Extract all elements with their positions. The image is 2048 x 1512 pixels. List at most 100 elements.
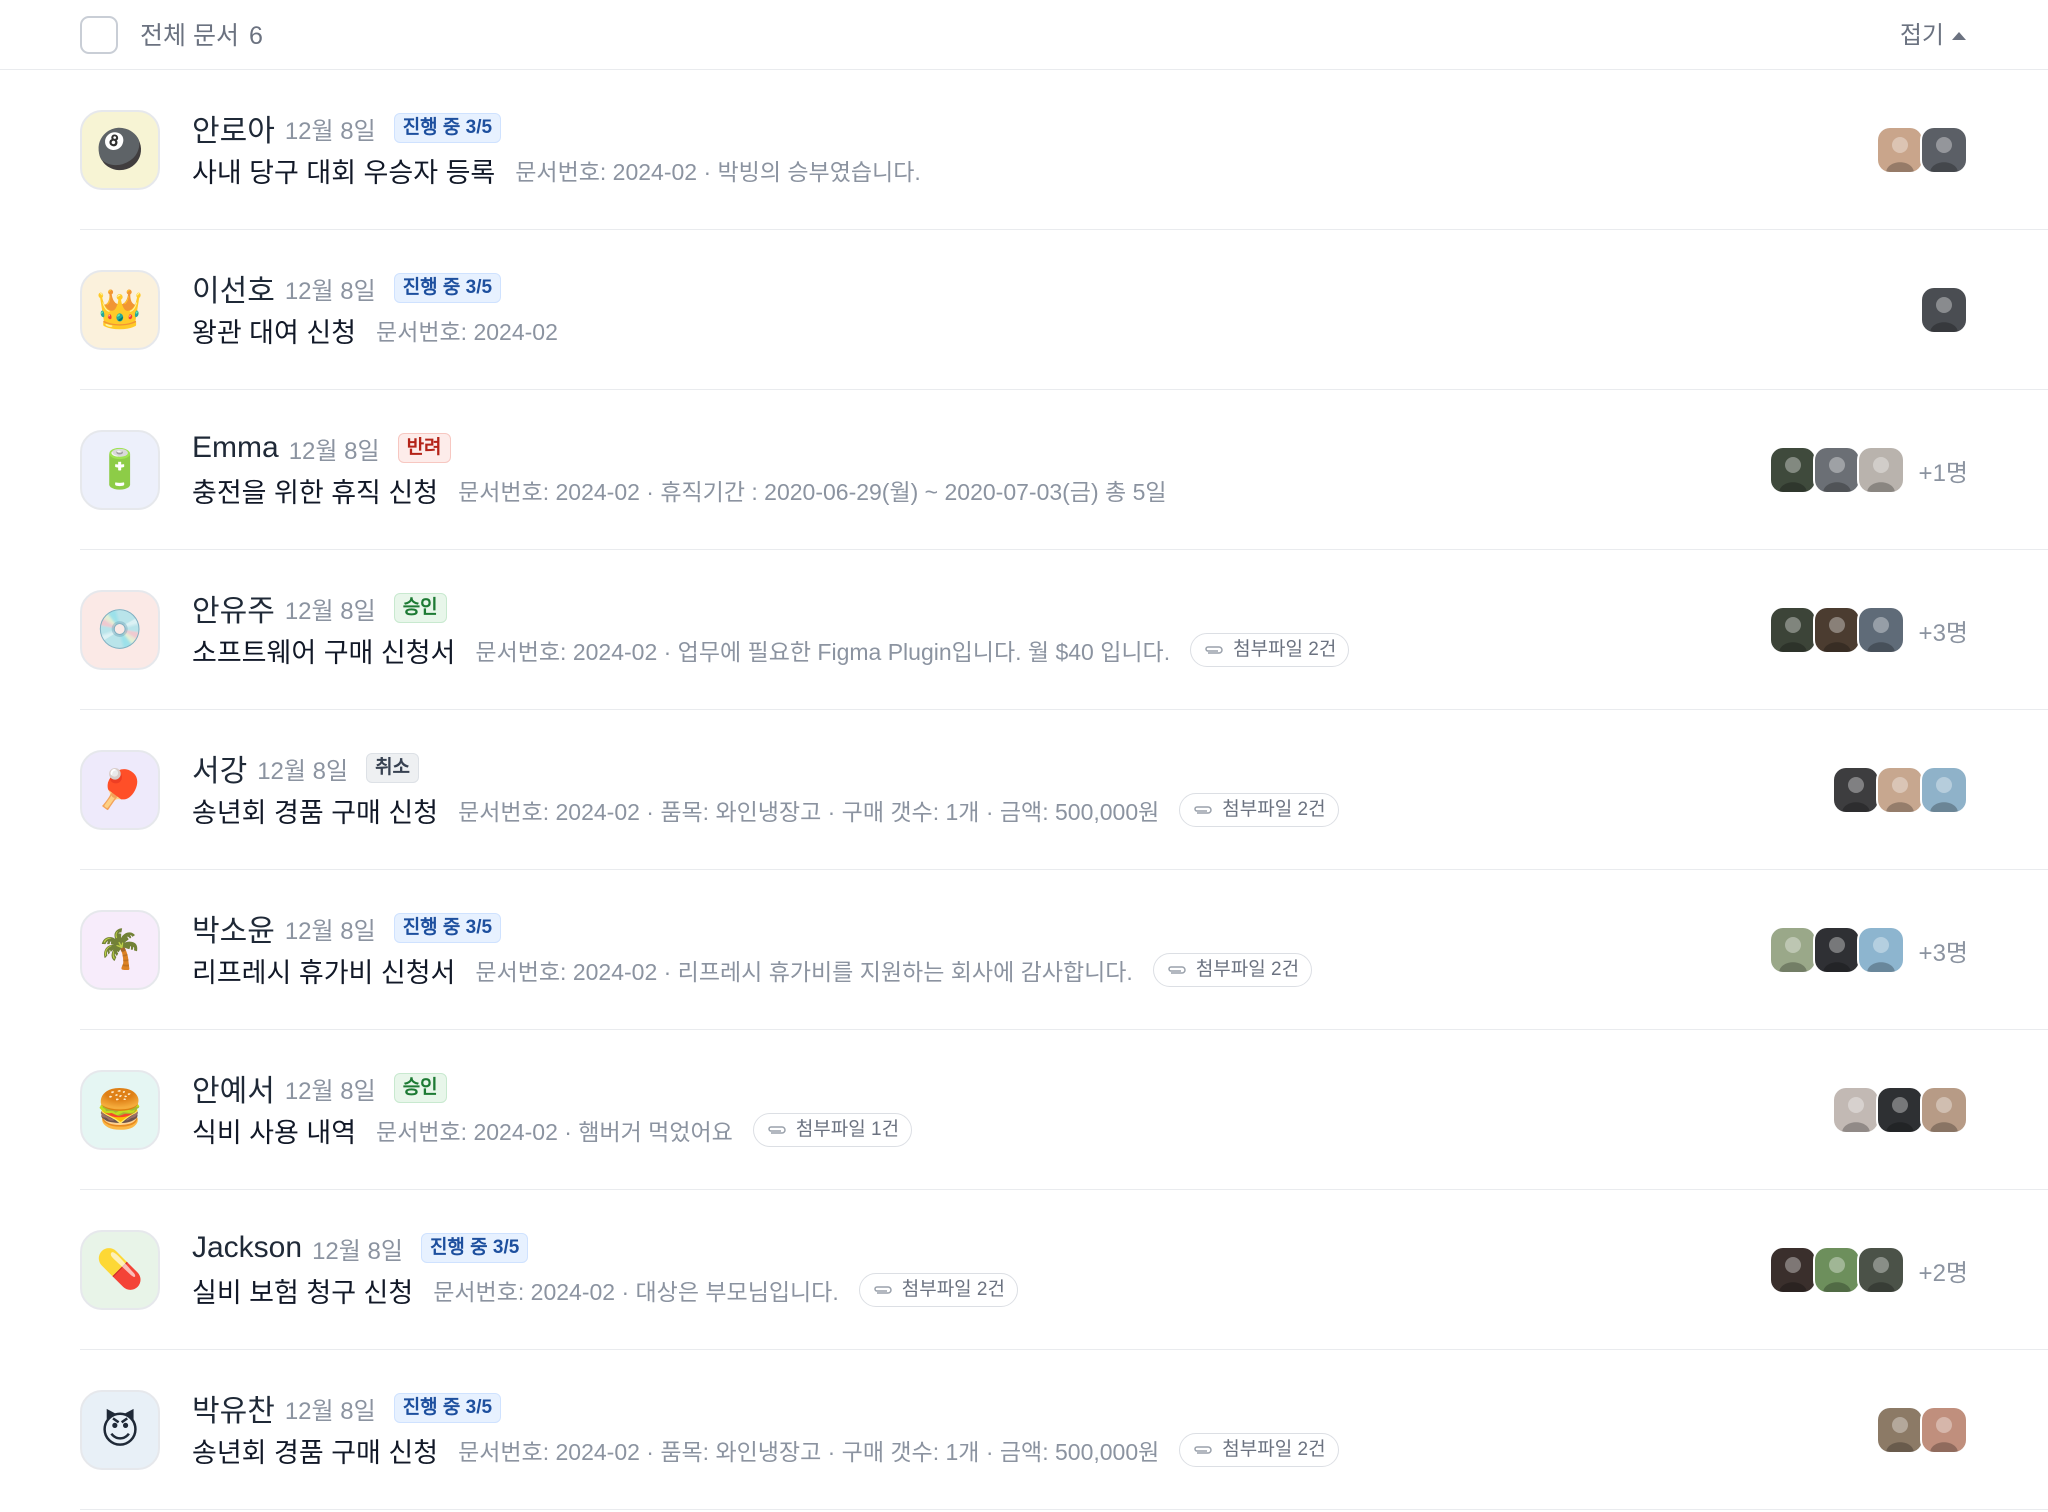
document-emoji-icon: 👑 [80, 270, 160, 350]
avatar [1768, 446, 1817, 494]
author-name: 안로아 [192, 115, 275, 148]
row-body: 왕관 대여 신청 문서번호: 2024-02 [192, 310, 558, 350]
row-body: 리프레시 휴가비 신청서 문서번호: 2024-02 · 리프레시 휴가비를 지원… [192, 950, 1313, 990]
document-meta: 문서번호: 2024-02 · 박빙의 승부였습니다. [515, 159, 921, 185]
status-badge: 진행 중 3/5 [420, 1233, 529, 1263]
emoji-glyph: 💿 [96, 609, 144, 651]
document-row[interactable]: 👑 이선호 12월 8일 진행 중 3/5 왕관 대여 신청 문서번호: 2024-02 [80, 230, 2048, 390]
document-emoji-icon: 🍔 [80, 1070, 160, 1150]
row-body: 식비 사용 내역 문서번호: 2024-02 · 햄버거 먹었어요 첨부파일 1건 [192, 1110, 913, 1150]
document-row[interactable]: 😈 박유찬 12월 8일 진행 중 3/5 송년회 경품 구매 신청 문서번호: 2024… [80, 1350, 2048, 1510]
document-title[interactable]: 송년회 경품 구매 신청 [192, 791, 438, 830]
document-date: 12월 8일 [312, 1237, 403, 1265]
document-title[interactable]: 식비 사용 내역 [192, 1111, 356, 1150]
approver-avatars[interactable]: +3명 [1768, 926, 1968, 974]
fold-button[interactable]: 접기 [1900, 20, 1966, 52]
row-body: 실비 보험 청구 신청 문서번호: 2024-02 · 대상은 부모님입니다. 첨부… [192, 1270, 1018, 1310]
emoji-glyph: 👑 [96, 289, 144, 331]
document-list: 🎱 안로아 12월 8일 진행 중 3/5 사내 당구 대회 우승자 등록 문서번호: 2… [80, 70, 2048, 1510]
document-date: 12월 8일 [284, 917, 376, 945]
paperclip-icon [1205, 646, 1223, 654]
document-meta: 문서번호: 2024-02 · 대상은 부모님입니다. [433, 1279, 839, 1305]
document-emoji-icon: 🔋 [80, 430, 160, 510]
header-label-text: 전체 문서 [140, 22, 239, 50]
status-badge: 진행 중 3/5 [393, 913, 502, 943]
attachment-chip[interactable]: 첨부파일 2건 [1179, 793, 1339, 827]
document-row[interactable]: 🏓 서강 12월 8일 취소 송년회 경품 구매 신청 문서번호: 2024-02 · 품… [80, 710, 2048, 870]
approver-avatars[interactable]: +2명 [1768, 1246, 1968, 1294]
row-body: 송년회 경품 구매 신청 문서번호: 2024-02 · 품목: 와인냉장고 · … [192, 1430, 1339, 1470]
document-row[interactable]: 🌴 박소윤 12월 8일 진행 중 3/5 리프레시 휴가비 신청서 문서번호: 2024… [80, 870, 2048, 1030]
avatar [1920, 1086, 1968, 1134]
document-title[interactable]: 송년회 경품 구매 신청 [192, 1431, 438, 1470]
author-name: Emma [192, 431, 279, 464]
document-date: 12월 8일 [284, 1077, 376, 1105]
attachment-label: 첨부파일 2건 [1222, 799, 1326, 820]
avatar [1812, 446, 1861, 494]
attachment-chip[interactable]: 첨부파일 2건 [1152, 953, 1313, 987]
document-date: 12월 8일 [284, 277, 376, 305]
row-header: 이선호 12월 8일 진행 중 3/5 [192, 268, 502, 308]
approver-avatars[interactable]: +1명 [1768, 446, 1968, 494]
approver-avatars[interactable] [1876, 1406, 1968, 1454]
document-row[interactable]: 🍔 안예서 12월 8일 승인 식비 사용 내역 문서번호: 2024-02 · 햄버거 … [80, 1030, 2048, 1190]
attachment-chip[interactable]: 첨부파일 2건 [858, 1273, 1018, 1307]
document-meta: 문서번호: 2024-02 · 휴직기간 : 2020-06-29(월) ~ 2… [458, 479, 1167, 505]
document-title[interactable]: 충전을 위한 휴직 신청 [192, 471, 438, 510]
document-emoji-icon: 😈 [80, 1390, 160, 1470]
row-body: 사내 당구 대회 우승자 등록 문서번호: 2024-02 · 박빙의 승부였습니… [192, 150, 921, 190]
row-body: 송년회 경품 구매 신청 문서번호: 2024-02 · 품목: 와인냉장고 · … [192, 790, 1339, 830]
approver-avatars[interactable]: +3명 [1768, 606, 1968, 654]
approver-avatars[interactable] [1920, 286, 1968, 334]
list-header: 전체 문서 6 접기 [0, 0, 2048, 70]
avatar [1856, 1246, 1905, 1294]
document-emoji-icon: 🎱 [80, 110, 160, 190]
row-header: 안예서 12월 8일 승인 [192, 1068, 447, 1108]
document-row[interactable]: 💿 안유주 12월 8일 승인 소프트웨어 구매 신청서 문서번호: 2024-02 · … [80, 550, 2048, 710]
document-date: 12월 8일 [284, 597, 376, 625]
document-meta: 문서번호: 2024-02 [376, 319, 558, 345]
attachment-chip[interactable]: 첨부파일 1건 [752, 1113, 913, 1147]
avatar [1832, 766, 1880, 814]
avatar [1876, 1406, 1924, 1454]
document-title[interactable]: 실비 보험 청구 신청 [192, 1271, 413, 1310]
extra-approvers-count: +1명 [1918, 459, 1968, 487]
author-name: 안예서 [192, 1075, 275, 1108]
paperclip-icon [1168, 966, 1186, 974]
emoji-glyph: 💊 [96, 1249, 144, 1291]
document-row[interactable]: 🎱 안로아 12월 8일 진행 중 3/5 사내 당구 대회 우승자 등록 문서번호: 2… [80, 70, 2048, 230]
document-row[interactable]: 💊 Jackson 12월 8일 진행 중 3/5 실비 보험 청구 신청 문서번호: 2… [80, 1190, 2048, 1350]
attachment-chip[interactable]: 첨부파일 2건 [1190, 633, 1350, 667]
document-date: 12월 8일 [284, 117, 376, 145]
document-emoji-icon: 💿 [80, 590, 160, 670]
approver-avatars[interactable] [1876, 126, 1968, 174]
document-row[interactable]: 🔋 Emma 12월 8일 반려 충전을 위한 휴직 신청 문서번호: 2024-02 ·… [80, 390, 2048, 550]
select-all-checkbox[interactable] [80, 16, 118, 54]
caret-up-icon [1952, 32, 1966, 40]
row-body: 소프트웨어 구매 신청서 문서번호: 2024-02 · 업무에 필요한 Figm… [192, 630, 1350, 670]
document-title[interactable]: 리프레시 휴가비 신청서 [192, 951, 455, 990]
document-title[interactable]: 왕관 대여 신청 [192, 311, 356, 350]
avatar [1812, 1246, 1861, 1294]
approver-avatars[interactable] [1832, 1086, 1968, 1134]
document-title[interactable]: 소프트웨어 구매 신청서 [192, 631, 455, 670]
status-badge: 취소 [366, 753, 420, 783]
extra-approvers-count: +3명 [1918, 619, 1968, 647]
attachment-chip[interactable]: 첨부파일 2건 [1179, 1433, 1339, 1467]
document-title[interactable]: 사내 당구 대회 우승자 등록 [192, 151, 495, 190]
attachment-label: 첨부파일 2건 [1233, 639, 1337, 660]
total-documents-label: 전체 문서 6 [140, 20, 263, 52]
paperclip-icon [1194, 1446, 1212, 1454]
fold-label: 접기 [1899, 22, 1944, 49]
attachment-label: 첨부파일 1건 [795, 1119, 900, 1140]
avatar [1856, 926, 1905, 974]
row-header: 박유찬 12월 8일 진행 중 3/5 [192, 1388, 502, 1428]
emoji-glyph: 😈 [100, 1409, 140, 1452]
emoji-glyph: 🍔 [96, 1089, 144, 1131]
extra-approvers-count: +3명 [1918, 939, 1968, 967]
avatar [1832, 1086, 1880, 1134]
document-meta: 문서번호: 2024-02 · 품목: 와인냉장고 · 구매 갯수: 1개 · … [458, 1439, 1160, 1465]
approver-avatars[interactable] [1832, 766, 1968, 814]
avatar [1920, 766, 1968, 814]
status-badge: 반려 [397, 433, 451, 463]
